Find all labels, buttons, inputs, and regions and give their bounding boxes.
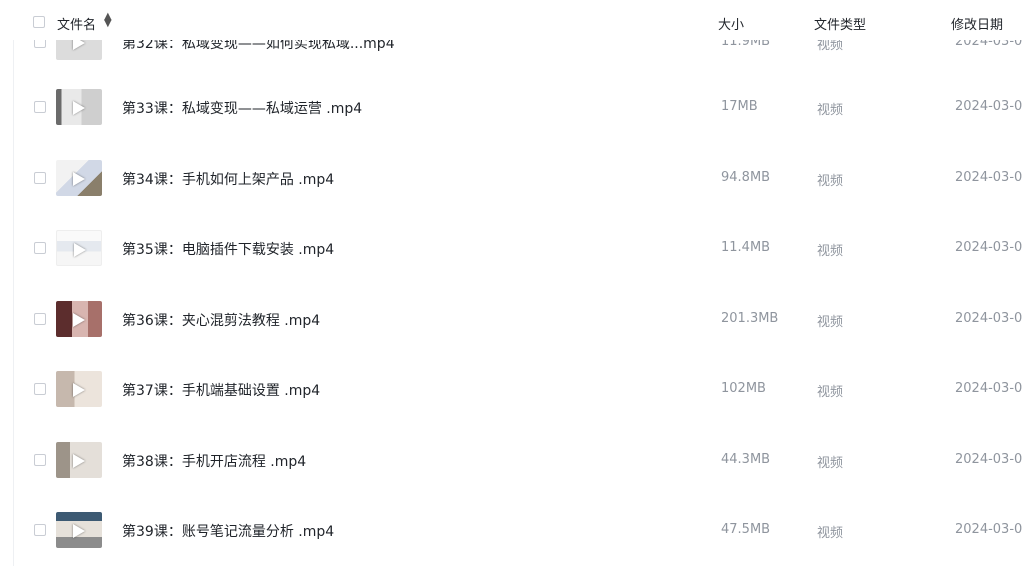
video-thumbnail[interactable]: [56, 442, 102, 478]
file-date: 2024-03-0: [955, 240, 1023, 255]
file-type: 视频: [817, 456, 844, 471]
column-header-date[interactable]: 修改日期: [951, 14, 1003, 33]
file-size: 201.3MB: [721, 311, 779, 326]
play-icon: [73, 524, 85, 538]
play-icon: [74, 243, 86, 257]
column-header-name[interactable]: 文件名: [57, 14, 96, 33]
file-row[interactable]: 第36课：夹心混剪法教程 .mp4 201.3MB 视频 2024-03-0: [0, 284, 1024, 354]
video-thumbnail[interactable]: [56, 371, 102, 407]
row-checkbox[interactable]: [34, 454, 46, 466]
file-type: 视频: [817, 385, 844, 400]
file-name[interactable]: 第34课：手机如何上架产品 .mp4: [122, 169, 334, 189]
file-row[interactable]: 第39课：账号笔记流量分析 .mp4 47.5MB 视频 2024-03-0: [0, 495, 1024, 565]
file-type: 视频: [817, 174, 844, 189]
file-size: 17MB: [721, 99, 758, 114]
sort-icon[interactable]: ▲ ▼: [104, 12, 112, 29]
video-thumbnail[interactable]: [56, 89, 102, 125]
file-list-header: 文件名 ▲ ▼ 大小 文件类型 修改日期: [0, 0, 1024, 40]
file-name[interactable]: 第39课：账号笔记流量分析 .mp4: [122, 521, 334, 541]
file-size: 102MB: [721, 381, 766, 396]
file-name[interactable]: 第36课：夹心混剪法教程 .mp4: [122, 310, 320, 330]
file-row[interactable]: 第35课：电脑插件下载安装 .mp4 11.4MB 视频 2024-03-0: [0, 213, 1024, 283]
file-name[interactable]: 第33课：私域变现——私域运营 .mp4: [122, 98, 362, 118]
file-size: 47.5MB: [721, 522, 771, 537]
video-thumbnail[interactable]: [56, 512, 102, 548]
file-row[interactable]: 第34课：手机如何上架产品 .mp4 94.8MB 视频 2024-03-0: [0, 143, 1024, 213]
select-all-checkbox[interactable]: [33, 16, 45, 28]
row-checkbox[interactable]: [34, 313, 46, 325]
file-type: 视频: [817, 526, 844, 541]
row-checkbox[interactable]: [34, 172, 46, 184]
file-date: 2024-03-0: [955, 170, 1023, 185]
file-date: 2024-03-0: [955, 522, 1023, 537]
file-type: 视频: [817, 103, 844, 118]
file-date: 2024-03-0: [955, 452, 1023, 467]
column-header-size[interactable]: 大小: [718, 14, 744, 33]
file-size: 94.8MB: [721, 170, 771, 185]
play-icon: [73, 172, 85, 186]
video-thumbnail[interactable]: [56, 160, 102, 196]
row-checkbox[interactable]: [34, 524, 46, 536]
video-thumbnail[interactable]: [56, 230, 102, 266]
file-name[interactable]: 第35课：电脑插件下载安装 .mp4: [122, 239, 334, 259]
file-row[interactable]: 第38课：手机开店流程 .mp4 44.3MB 视频 2024-03-0: [0, 425, 1024, 495]
file-size: 11.4MB: [721, 240, 771, 255]
play-icon: [73, 383, 85, 397]
file-type: 视频: [817, 315, 844, 330]
file-row[interactable]: 第33课：私域变现——私域运营 .mp4 17MB 视频 2024-03-0: [0, 72, 1024, 142]
row-checkbox[interactable]: [34, 383, 46, 395]
file-name[interactable]: 第38课：手机开店流程 .mp4: [122, 451, 306, 471]
play-icon: [73, 454, 85, 468]
play-icon: [73, 101, 85, 115]
file-size: 44.3MB: [721, 452, 771, 467]
video-thumbnail[interactable]: [56, 301, 102, 337]
row-checkbox[interactable]: [34, 101, 46, 113]
file-date: 2024-03-0: [955, 311, 1023, 326]
row-checkbox[interactable]: [34, 242, 46, 254]
file-row[interactable]: 第37课：手机端基础设置 .mp4 102MB 视频 2024-03-0: [0, 354, 1024, 424]
play-icon: [73, 313, 85, 327]
file-date: 2024-03-0: [955, 381, 1023, 396]
file-type: 视频: [817, 244, 844, 259]
file-date: 2024-03-0: [955, 99, 1023, 114]
file-name[interactable]: 第37课：手机端基础设置 .mp4: [122, 380, 320, 400]
column-header-type[interactable]: 文件类型: [814, 14, 866, 33]
